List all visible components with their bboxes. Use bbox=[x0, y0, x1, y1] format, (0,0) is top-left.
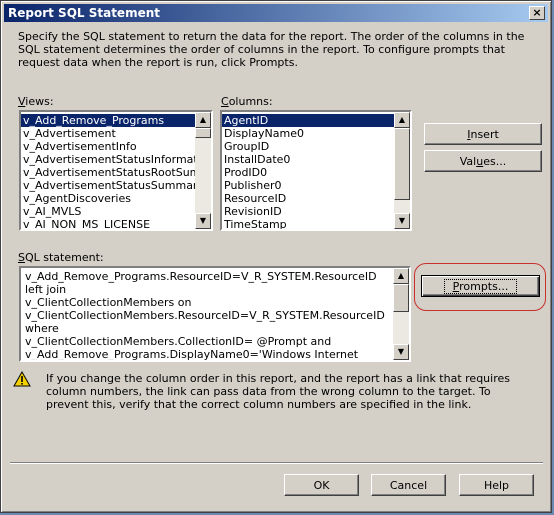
title-bar: Report SQL Statement × bbox=[4, 4, 548, 22]
columns-scroll-down-button[interactable]: ▼ bbox=[394, 213, 410, 229]
views-list-item[interactable]: v_AdvertisementStatusSummarize bbox=[21, 179, 211, 192]
views-listbox[interactable]: v_Add_Remove_Programs v_Advertisement v_Ad… bbox=[19, 110, 213, 231]
views-list-item[interactable]: v_Advertisement bbox=[21, 127, 211, 140]
arrow-down-icon: ▼ bbox=[398, 216, 406, 225]
arrow-down-icon: ▼ bbox=[199, 216, 207, 225]
columns-list-item[interactable]: AgentID bbox=[222, 114, 410, 127]
description-text: Specify the SQL statement to return the … bbox=[18, 30, 525, 69]
views-scrollbar[interactable]: ▲ ▼ bbox=[195, 112, 211, 229]
arrow-up-icon: ▲ bbox=[397, 271, 405, 280]
sql-scroll-up-button[interactable]: ▲ bbox=[393, 268, 409, 284]
columns-list-item[interactable]: ResourceID bbox=[222, 192, 410, 205]
prompts-button[interactable]: Prompts... bbox=[421, 275, 540, 297]
views-list-item[interactable]: v_Add_Remove_Programs bbox=[21, 114, 211, 127]
close-icon: × bbox=[532, 6, 542, 19]
columns-scrollbar[interactable]: ▲ ▼ bbox=[394, 112, 410, 229]
views-label: Views: bbox=[18, 95, 54, 108]
sql-scroll-thumb[interactable] bbox=[393, 284, 409, 312]
window-title: Report SQL Statement bbox=[8, 6, 160, 20]
sql-statement-textarea[interactable]: v_Add_Remove_Programs.ResourceID=V_R_SYS… bbox=[19, 266, 411, 362]
sql-scrollbar[interactable]: ▲ ▼ bbox=[393, 268, 409, 360]
views-list-item[interactable]: v_AI_NON_MS_LICENSE bbox=[21, 218, 211, 229]
views-list-item[interactable]: v_AI_MVLS bbox=[21, 205, 211, 218]
ok-button[interactable]: OK bbox=[284, 474, 359, 496]
columns-list-item[interactable]: GroupID bbox=[222, 140, 410, 153]
insert-button[interactable]: Insert bbox=[424, 123, 542, 145]
prompts-focus-rect: Prompts... bbox=[443, 278, 518, 294]
columns-scroll-up-button[interactable]: ▲ bbox=[394, 112, 410, 128]
columns-listbox[interactable]: AgentID DisplayName0 GroupID InstallDate0 Pr… bbox=[220, 110, 412, 231]
views-list-item[interactable]: v_AgentDiscoveries bbox=[21, 192, 211, 205]
columns-scroll-thumb[interactable] bbox=[394, 128, 410, 200]
columns-list-item[interactable]: ProdID0 bbox=[222, 166, 410, 179]
columns-label: Columns: bbox=[221, 95, 273, 108]
sql-scroll-down-button[interactable]: ▼ bbox=[393, 344, 409, 360]
arrow-up-icon: ▲ bbox=[398, 115, 406, 124]
views-list-item[interactable]: v_AdvertisementStatusInformation bbox=[21, 153, 211, 166]
views-scroll-thumb[interactable] bbox=[195, 128, 211, 138]
views-scroll-up-button[interactable]: ▲ bbox=[195, 112, 211, 128]
sql-statement-label: SQL statement: bbox=[18, 251, 104, 264]
cancel-button[interactable]: Cancel bbox=[371, 474, 446, 496]
views-scroll-down-button[interactable]: ▼ bbox=[195, 213, 211, 229]
columns-list-item[interactable]: InstallDate0 bbox=[222, 153, 410, 166]
arrow-up-icon: ▲ bbox=[199, 115, 207, 124]
report-sql-dialog: Report SQL Statement × Specify the SQL s… bbox=[0, 0, 552, 513]
columns-list-item[interactable]: TimeStamp bbox=[222, 218, 410, 229]
arrow-down-icon: ▼ bbox=[397, 347, 405, 356]
warning-icon bbox=[13, 371, 31, 387]
columns-list-item[interactable]: Publisher0 bbox=[222, 179, 410, 192]
sql-statement-text: v_Add_Remove_Programs.ResourceID=V_R_SYS… bbox=[25, 270, 385, 361]
footer-separator bbox=[10, 462, 543, 464]
columns-list-item[interactable]: DisplayName0 bbox=[222, 127, 410, 140]
help-button[interactable]: Help bbox=[459, 474, 534, 496]
columns-list-item[interactable]: RevisionID bbox=[222, 205, 410, 218]
warning-text: If you change the column order in this r… bbox=[46, 372, 510, 411]
close-button[interactable]: × bbox=[529, 6, 545, 20]
values-button[interactable]: Values... bbox=[424, 150, 542, 172]
views-list-item[interactable]: v_AdvertisementStatusRootSumm bbox=[21, 166, 211, 179]
views-list-item[interactable]: v_AdvertisementInfo bbox=[21, 140, 211, 153]
